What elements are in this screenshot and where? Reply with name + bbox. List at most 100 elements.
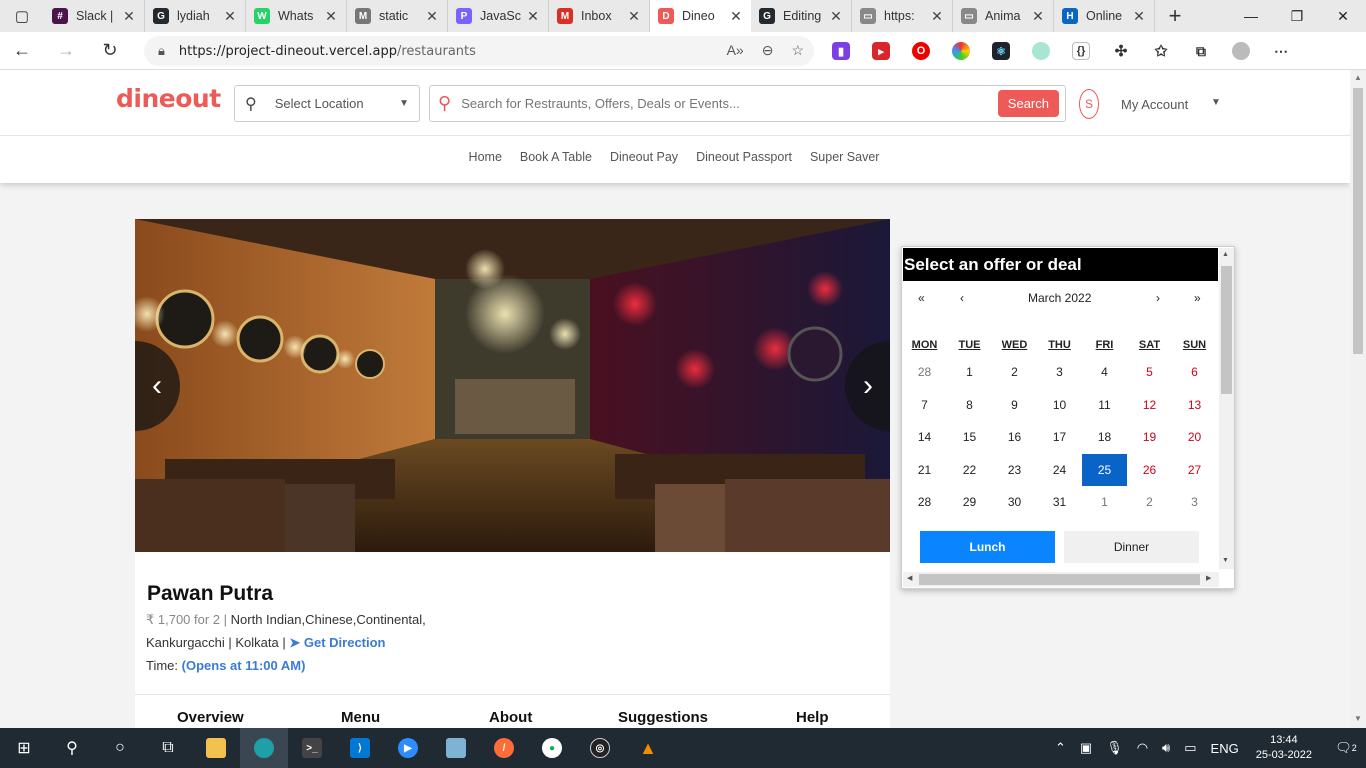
close-tab-icon[interactable]: ✕ xyxy=(1132,8,1146,25)
scroll-left-icon[interactable]: ◀ xyxy=(907,574,912,582)
chevron-down-icon[interactable]: ▼ xyxy=(1211,97,1221,108)
calendar-day[interactable]: 16 xyxy=(992,421,1037,453)
calendar-day[interactable]: 3 xyxy=(1172,486,1217,518)
tab-menu[interactable]: Menu xyxy=(341,709,380,726)
calendar-day[interactable]: 3 xyxy=(1037,356,1082,388)
lunch-button[interactable]: Lunch xyxy=(920,531,1055,563)
scrollbar-thumb[interactable] xyxy=(919,574,1200,585)
dineout-logo[interactable]: dineout xyxy=(116,84,221,113)
forward-icon[interactable]: → xyxy=(44,32,88,70)
chevron-up-icon[interactable]: ⌃ xyxy=(1055,740,1066,756)
cortana-icon[interactable]: ○ xyxy=(96,728,144,768)
tab-about[interactable]: About xyxy=(489,709,532,726)
month-label[interactable]: March 2022 xyxy=(1028,291,1091,305)
calendar-day[interactable]: 23 xyxy=(992,454,1037,486)
prev-year-button[interactable]: « xyxy=(918,291,925,305)
dinner-button[interactable]: Dinner xyxy=(1064,531,1199,563)
close-tab-icon[interactable]: ✕ xyxy=(324,8,338,25)
profile-avatar[interactable] xyxy=(1232,42,1250,60)
obs-icon[interactable]: ◎ xyxy=(576,728,624,768)
react-devtools-icon[interactable]: ⚛ xyxy=(992,42,1010,60)
tab-help[interactable]: Help xyxy=(796,709,829,726)
calendar-day[interactable]: 11 xyxy=(1082,389,1127,421)
calendar-day[interactable]: 2 xyxy=(992,356,1037,388)
page-vertical-scrollbar[interactable]: ▲ ▼ xyxy=(1350,70,1366,728)
scroll-up-icon[interactable]: ▲ xyxy=(1353,73,1363,82)
close-window-icon[interactable]: ✕ xyxy=(1320,0,1366,32)
calendar-day[interactable]: 26 xyxy=(1127,454,1172,486)
calendar-day[interactable]: 25 xyxy=(1082,453,1127,486)
url-text[interactable]: https://project-dineout.vercel.app/resta… xyxy=(179,44,476,59)
user-avatar[interactable]: S xyxy=(1079,89,1099,119)
calendar-day[interactable]: 4 xyxy=(1082,356,1127,388)
language-indicator[interactable]: ENG xyxy=(1211,741,1239,756)
microphone-icon[interactable]: 🎙︎ xyxy=(1106,740,1123,756)
extensions-icon[interactable]: ✣ xyxy=(1112,42,1130,60)
search-icon[interactable]: ⚲ xyxy=(48,728,96,768)
calendar-day[interactable]: 1 xyxy=(1082,486,1127,518)
calendar-day[interactable]: 28 xyxy=(902,356,947,388)
calendar-day[interactable]: 30 xyxy=(992,486,1037,518)
tab-overview[interactable]: Overview xyxy=(177,709,244,726)
edge-icon[interactable] xyxy=(240,728,288,768)
notes-icon[interactable] xyxy=(432,728,480,768)
battery-icon[interactable]: ▭ xyxy=(1184,740,1196,756)
calendar-day[interactable]: 24 xyxy=(1037,454,1082,486)
prev-month-button[interactable]: ‹ xyxy=(960,291,964,305)
calendar-day[interactable]: 17 xyxy=(1037,421,1082,453)
calendar-day[interactable]: 29 xyxy=(947,486,992,518)
calendar-day[interactable]: 5 xyxy=(1127,356,1172,388)
calendar-day[interactable]: 9 xyxy=(992,389,1037,421)
favorite-add-icon[interactable]: ☆ xyxy=(791,42,804,59)
browser-tab[interactable]: H Online ✕ xyxy=(1054,0,1155,32)
windows-start-icon[interactable]: ⊞ xyxy=(0,728,48,768)
restore-icon[interactable]: ❐ xyxy=(1274,0,1320,32)
browser-tab[interactable]: Glydiah ✕ xyxy=(145,0,246,32)
workspaces-icon[interactable]: ▢ xyxy=(0,0,44,32)
more-options-icon[interactable]: ⋯ xyxy=(1272,42,1290,60)
nav-home[interactable]: Home xyxy=(469,150,502,164)
calendar-day[interactable]: 21 xyxy=(902,454,947,486)
postman-icon[interactable]: / xyxy=(480,728,528,768)
browser-tab[interactable]: D Dineo ✕ xyxy=(650,0,751,32)
close-tab-icon[interactable]: ✕ xyxy=(627,8,641,25)
nav-dineout-passport[interactable]: Dineout Passport xyxy=(696,150,792,164)
zoom-icon[interactable]: ⊖ xyxy=(762,42,774,59)
extension-icon[interactable] xyxy=(1032,42,1050,60)
extension-icon[interactable]: ▸ xyxy=(872,42,890,60)
lock-icon[interactable]: 🔒︎ xyxy=(158,43,165,59)
offer-panel-vertical-scrollbar[interactable]: ▲ ▼ xyxy=(1219,248,1234,569)
mongodb-compass-icon[interactable]: ● xyxy=(528,728,576,768)
notification-center-icon[interactable]: 🗨︎ 2 xyxy=(1326,728,1366,768)
vscode-icon[interactable]: ⟩ xyxy=(336,728,384,768)
close-tab-icon[interactable]: ✕ xyxy=(526,8,540,25)
browser-tab[interactable]: P JavaSc ✕ xyxy=(448,0,549,32)
calendar-day[interactable]: 27 xyxy=(1172,454,1217,486)
scroll-down-icon[interactable]: ▼ xyxy=(1222,557,1229,564)
browser-tab[interactable]: Mstatic ✕ xyxy=(347,0,448,32)
calendar-day[interactable]: 31 xyxy=(1037,486,1082,518)
close-tab-icon[interactable]: ✕ xyxy=(1031,8,1045,25)
nav-dineout-pay[interactable]: Dineout Pay xyxy=(610,150,678,164)
calendar-day[interactable]: 7 xyxy=(902,389,947,421)
calendar-day[interactable]: 10 xyxy=(1037,389,1082,421)
browser-tab[interactable]: ▭ Anima ✕ xyxy=(953,0,1054,32)
file-explorer-icon[interactable] xyxy=(192,728,240,768)
terminal-icon[interactable]: >_ xyxy=(288,728,336,768)
nav-super-saver[interactable]: Super Saver xyxy=(810,150,879,164)
clock[interactable]: 13:44 25-03-2022 xyxy=(1256,733,1312,763)
calendar-day[interactable]: 14 xyxy=(902,421,947,453)
browser-tab[interactable]: ▭ https: ✕ xyxy=(852,0,953,32)
meet-now-icon[interactable]: ▣ xyxy=(1080,740,1092,756)
close-tab-icon[interactable]: ✕ xyxy=(425,8,439,25)
scroll-up-icon[interactable]: ▲ xyxy=(1222,251,1229,258)
next-year-button[interactable]: » xyxy=(1194,291,1201,305)
calendar-day[interactable]: 13 xyxy=(1172,389,1217,421)
scroll-down-icon[interactable]: ▼ xyxy=(1353,714,1363,723)
address-bar[interactable]: 🔒︎ https://project-dineout.vercel.app/re… xyxy=(144,36,814,66)
calendar-day[interactable]: 19 xyxy=(1127,421,1172,453)
new-tab-button[interactable]: + xyxy=(1155,3,1195,29)
browser-tab[interactable]: W Whats ✕ xyxy=(246,0,347,32)
wifi-icon[interactable]: ◠ xyxy=(1137,740,1148,756)
read-aloud-icon[interactable]: A» xyxy=(727,42,744,59)
